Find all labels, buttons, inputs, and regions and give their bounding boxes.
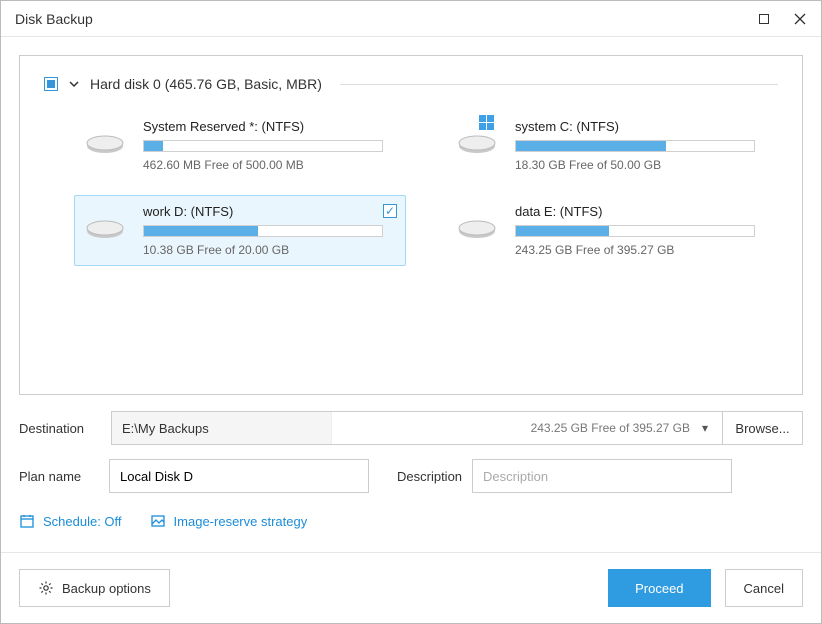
destination-free: 243.25 GB Free of 395.27 GB ▾ xyxy=(332,412,722,444)
description-label: Description xyxy=(397,469,462,484)
partition-free: 18.30 GB Free of 50.00 GB xyxy=(515,158,767,172)
partition-name: System Reserved *: (NTFS) xyxy=(143,119,395,134)
cancel-button[interactable]: Cancel xyxy=(725,569,803,607)
disk-title: Hard disk 0 (465.76 GB, Basic, MBR) xyxy=(90,76,322,92)
backup-options-button[interactable]: Backup options xyxy=(19,569,170,607)
calendar-icon xyxy=(19,513,35,529)
partition-system-c[interactable]: system C: (NTFS) 18.30 GB Free of 50.00 … xyxy=(446,110,778,181)
browse-button[interactable]: Browse... xyxy=(722,412,802,444)
schedule-link[interactable]: Schedule: Off xyxy=(19,513,122,529)
option-links: Schedule: Off Image-reserve strategy xyxy=(19,513,803,529)
disk-header-row: Hard disk 0 (465.76 GB, Basic, MBR) xyxy=(44,76,778,92)
destination-dropdown-icon[interactable]: ▾ xyxy=(702,421,712,435)
destination-path[interactable]: E:\My Backups xyxy=(112,412,332,444)
partition-free: 462.60 MB Free of 500.00 MB xyxy=(143,158,395,172)
image-icon xyxy=(150,513,166,529)
drive-icon xyxy=(85,215,131,246)
partition-grid: System Reserved *: (NTFS) 462.60 MB Free… xyxy=(74,110,778,266)
usage-bar xyxy=(143,225,383,237)
titlebar: Disk Backup xyxy=(1,1,821,37)
divider xyxy=(340,84,778,85)
partition-name: data E: (NTFS) xyxy=(515,204,767,219)
collapse-icon[interactable] xyxy=(68,78,80,90)
close-button[interactable] xyxy=(793,12,807,26)
form-fields: Destination E:\My Backups 243.25 GB Free… xyxy=(19,411,803,529)
image-reserve-link[interactable]: Image-reserve strategy xyxy=(150,513,308,529)
partition-checkbox[interactable]: ✓ xyxy=(383,204,397,218)
partition-name: system C: (NTFS) xyxy=(515,119,767,134)
drive-icon xyxy=(457,215,503,246)
destination-row: Destination E:\My Backups 243.25 GB Free… xyxy=(19,411,803,445)
drive-icon xyxy=(457,130,503,161)
partition-name: work D: (NTFS) xyxy=(143,204,395,219)
usage-bar xyxy=(515,140,755,152)
usage-bar xyxy=(515,225,755,237)
window-controls xyxy=(757,12,807,26)
windows-logo-icon xyxy=(479,115,494,130)
plan-name-label: Plan name xyxy=(19,469,99,484)
disk-selection-panel: Hard disk 0 (465.76 GB, Basic, MBR) Syst… xyxy=(19,55,803,395)
partition-system-reserved[interactable]: System Reserved *: (NTFS) 462.60 MB Free… xyxy=(74,110,406,181)
disk-checkbox[interactable] xyxy=(44,77,58,91)
proceed-button[interactable]: Proceed xyxy=(608,569,710,607)
disk-backup-window: Disk Backup Hard disk 0 (465.76 GB, Basi… xyxy=(0,0,822,624)
drive-icon xyxy=(85,130,131,161)
partition-free: 243.25 GB Free of 395.27 GB xyxy=(515,243,767,257)
usage-bar xyxy=(143,140,383,152)
partition-free: 10.38 GB Free of 20.00 GB xyxy=(143,243,395,257)
schedule-link-text: Schedule: Off xyxy=(43,514,122,529)
destination-field: E:\My Backups 243.25 GB Free of 395.27 G… xyxy=(111,411,803,445)
gear-icon xyxy=(38,580,54,596)
footer: Backup options Proceed Cancel xyxy=(1,552,821,623)
destination-free-text: 243.25 GB Free of 395.27 GB xyxy=(531,421,690,435)
partition-data-e[interactable]: data E: (NTFS) 243.25 GB Free of 395.27 … xyxy=(446,195,778,266)
plan-name-input[interactable] xyxy=(109,459,369,493)
name-description-row: Plan name Description xyxy=(19,459,803,493)
description-input[interactable] xyxy=(472,459,732,493)
backup-options-label: Backup options xyxy=(62,581,151,596)
maximize-button[interactable] xyxy=(757,12,771,26)
image-reserve-link-text: Image-reserve strategy xyxy=(174,514,308,529)
partition-work-d[interactable]: work D: (NTFS) 10.38 GB Free of 20.00 GB… xyxy=(74,195,406,266)
content-area: Hard disk 0 (465.76 GB, Basic, MBR) Syst… xyxy=(1,37,821,552)
window-title: Disk Backup xyxy=(15,11,93,27)
destination-label: Destination xyxy=(19,421,99,436)
